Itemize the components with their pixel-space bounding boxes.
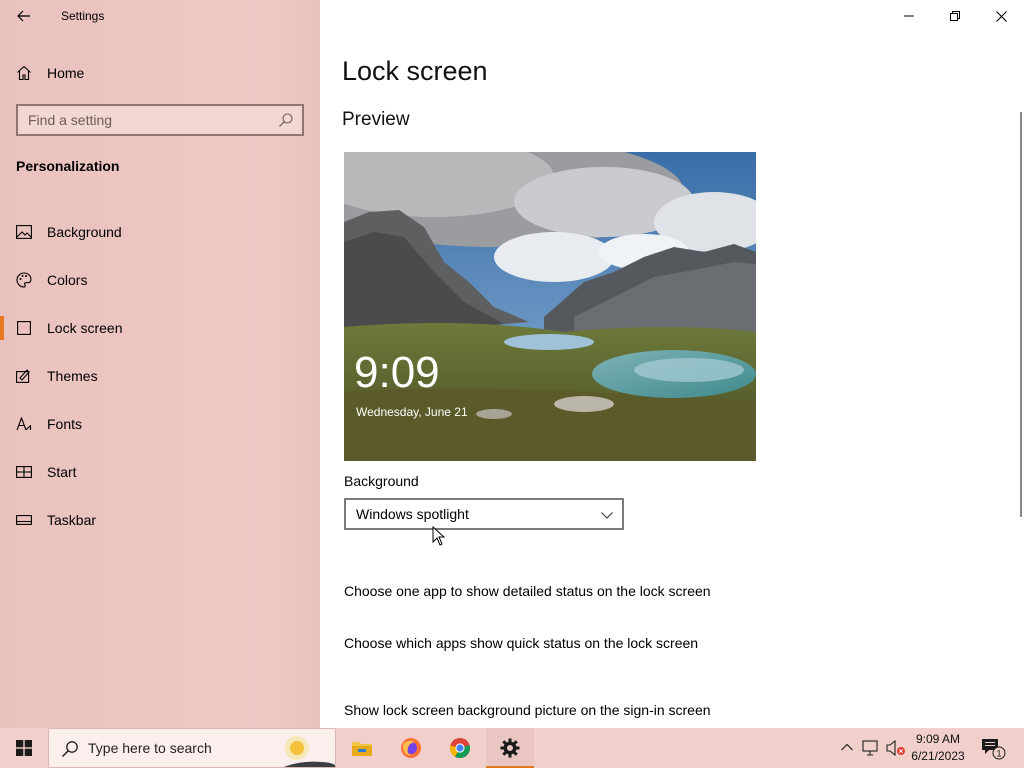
close-icon [995,10,1007,22]
settings-search-input[interactable] [18,112,268,128]
start-button[interactable] [0,728,48,768]
personalization-nav: Background Colors Lock screen Themes Fon… [0,208,320,544]
lock-screen-preview: 9:09 Wednesday, June 21 [344,152,756,461]
back-button[interactable] [8,4,40,28]
chrome-icon [449,738,470,759]
sidebar-item-fonts[interactable]: Fonts [0,400,320,448]
search-highlight-sun-icon [283,736,335,767]
home-icon [17,65,31,81]
quick-status-apps-setting[interactable]: Choose which apps show quick status on t… [344,635,698,651]
sidebar-item-start[interactable]: Start [0,448,320,496]
close-button[interactable] [978,0,1024,32]
page-title: Lock screen [342,56,488,86]
preview-time: 9:09 [354,348,440,397]
file-explorer-icon [352,742,372,756]
chevron-down-icon [601,512,613,519]
lock-screen-icon [16,320,32,336]
taskbar-search-placeholder: Type here to search [88,740,212,756]
volume-muted-icon[interactable] [886,740,906,756]
taskbar-app-firefox[interactable] [387,728,435,768]
minimize-button[interactable] [886,0,932,32]
app-title: Settings [61,9,105,23]
sidebar-item-label: Fonts [47,416,83,432]
themes-icon [16,368,32,384]
background-label: Background [344,473,419,489]
clock-date: 6/21/2023 [911,749,965,763]
sidebar-item-label: Taskbar [47,512,97,528]
taskbar-app-file-explorer[interactable] [338,728,386,768]
sidebar-item-label: Themes [47,368,98,384]
taskbar: Type here to search 9:09 AM 6/21/2023 1 [0,728,1024,768]
home-label: Home [47,65,85,81]
notification-count: 1 [996,749,1001,759]
firefox-icon [401,738,421,758]
sidebar: Settings Home Personalization Background… [0,0,320,728]
taskbar-icon [16,512,32,528]
restore-button[interactable] [932,0,978,32]
taskbar-app-chrome[interactable] [436,728,484,768]
sidebar-item-background[interactable]: Background [0,208,320,256]
palette-icon [16,272,32,288]
restore-icon [950,11,960,21]
chevron-up-icon[interactable] [840,740,854,754]
search-icon [61,741,78,758]
back-arrow-icon [17,10,30,22]
preview-heading: Preview [342,109,410,130]
start-icon [16,464,32,480]
network-icon[interactable] [862,740,880,756]
preview-date: Wednesday, June 21 [356,405,468,419]
sidebar-item-label: Lock screen [47,320,123,336]
taskbar-app-settings[interactable] [486,728,534,768]
action-center-button[interactable]: 1 [980,736,1006,765]
sidebar-item-lock-screen[interactable]: Lock screen [0,304,320,352]
settings-search-box[interactable] [16,104,304,136]
taskbar-search-box[interactable]: Type here to search [48,728,336,768]
sidebar-item-taskbar[interactable]: Taskbar [0,496,320,544]
taskbar-clock[interactable]: 9:09 AM 6/21/2023 [906,731,970,765]
sidebar-item-label: Start [47,464,77,480]
image-icon [16,224,32,240]
background-dropdown[interactable]: Windows spotlight [344,498,624,530]
scrollbar[interactable] [1020,112,1022,517]
sidebar-item-label: Colors [47,272,88,288]
mouse-cursor-icon [432,526,446,546]
detailed-status-app-setting[interactable]: Choose one app to show detailed status o… [344,583,711,599]
search-icon[interactable] [278,112,294,128]
sidebar-item-label: Background [47,224,122,240]
notification-icon: 1 [982,739,1006,760]
section-title: Personalization [16,158,120,174]
windows-logo-icon [16,740,32,756]
home-nav-item[interactable]: Home [16,60,306,86]
settings-icon [500,738,520,758]
sidebar-item-colors[interactable]: Colors [0,256,320,304]
title-bar: Settings [0,0,320,32]
background-dropdown-value: Windows spotlight [356,506,469,522]
clock-time: 9:09 AM [915,732,961,746]
minimize-icon [904,15,914,17]
fonts-icon [16,416,32,432]
sign-in-background-setting[interactable]: Show lock screen background picture on t… [344,702,711,718]
sidebar-item-themes[interactable]: Themes [0,352,320,400]
